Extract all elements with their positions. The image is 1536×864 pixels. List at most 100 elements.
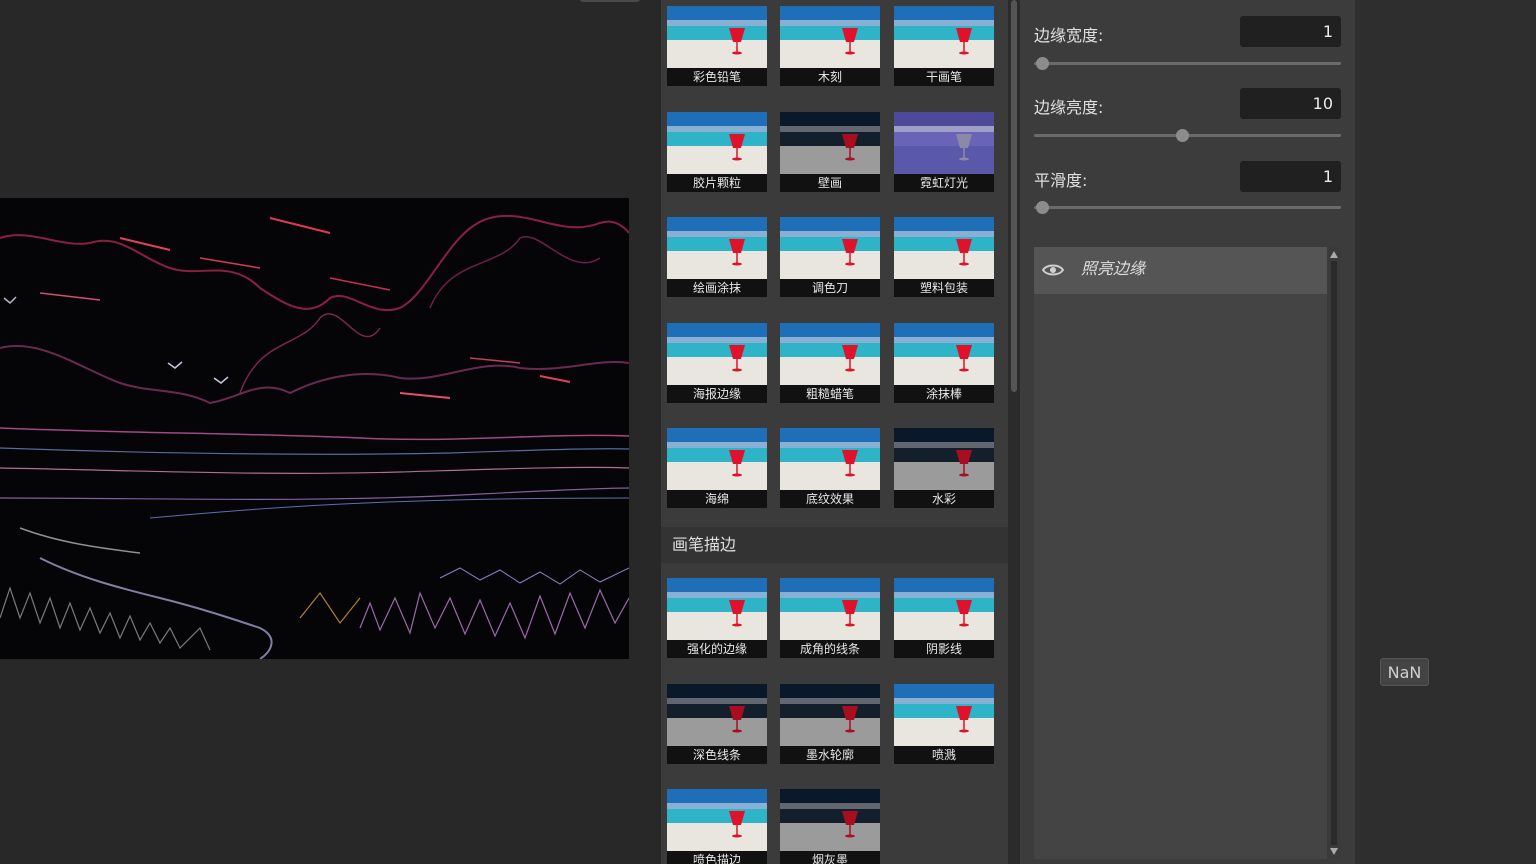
filter-name: 海报边缘 bbox=[667, 385, 767, 403]
filter-thumbnail[interactable]: 墨水轮廓 bbox=[780, 684, 880, 764]
edge-width-input[interactable]: 1 bbox=[1240, 16, 1341, 47]
beach-thumbnail-image bbox=[780, 578, 880, 640]
filter-thumbnail[interactable]: 胶片颗粒 bbox=[667, 112, 767, 192]
filter-name: 胶片颗粒 bbox=[667, 174, 767, 192]
beach-thumbnail-image bbox=[667, 684, 767, 746]
filter-name: 底纹效果 bbox=[780, 490, 880, 508]
filter-settings-panel: 边缘宽度: 1 边缘亮度: 10 平滑度: 1 照亮边缘 bbox=[1020, 0, 1355, 864]
filter-thumbnail[interactable]: 木刻 bbox=[780, 6, 880, 86]
filter-thumbnail[interactable]: 霓虹灯光 bbox=[894, 112, 994, 192]
filter-name: 成角的线条 bbox=[780, 640, 880, 658]
filter-thumbnail[interactable]: 喷溅 bbox=[894, 684, 994, 764]
filter-thumbnail[interactable]: 壁画 bbox=[780, 112, 880, 192]
smoothness-label: 平滑度: bbox=[1034, 171, 1088, 190]
filter-thumbnail[interactable]: 海绵 bbox=[667, 428, 767, 508]
filter-thumbnail[interactable]: 深色线条 bbox=[667, 684, 767, 764]
filter-thumbnail[interactable]: 烟灰墨 bbox=[780, 789, 880, 864]
beach-thumbnail-image bbox=[894, 323, 994, 385]
filter-name: 烟灰墨 bbox=[780, 851, 880, 864]
beach-thumbnail-image bbox=[894, 684, 994, 746]
edge-brightness-slider-knob[interactable] bbox=[1175, 129, 1189, 142]
filter-name: 深色线条 bbox=[667, 746, 767, 764]
edge-brightness-slider[interactable] bbox=[1034, 129, 1341, 142]
filter-name: 霓虹灯光 bbox=[894, 174, 994, 192]
beach-thumbnail-image bbox=[894, 578, 994, 640]
beach-thumbnail-image bbox=[780, 428, 880, 490]
filter-name: 涂抹棒 bbox=[894, 385, 994, 403]
filter-name: 阴影线 bbox=[894, 640, 994, 658]
filter-gallery: 彩色铅笔 木刻 干画笔胶片颗粒 壁画 霓虹灯光绘画涂抹 调色刀 塑料包装海报边缘 粗糙蜡笔 涂抹… bbox=[661, 0, 1008, 864]
scroll-up-icon[interactable] bbox=[1330, 251, 1338, 258]
filter-thumbnail[interactable]: 成角的线条 bbox=[780, 578, 880, 658]
edge-width-label: 边缘宽度: bbox=[1034, 26, 1104, 45]
filter-thumbnail[interactable]: 阴影线 bbox=[894, 578, 994, 658]
edge-brightness-label: 边缘亮度: bbox=[1034, 98, 1104, 117]
effect-layers-list: 照亮边缘 bbox=[1034, 247, 1341, 859]
filter-name: 粗糙蜡笔 bbox=[780, 385, 880, 403]
filter-thumbnail[interactable]: 喷色描边 bbox=[667, 789, 767, 864]
filter-thumbnail[interactable]: 塑料包装 bbox=[894, 217, 994, 297]
filter-name: 喷色描边 bbox=[667, 851, 767, 864]
beach-thumbnail-image bbox=[780, 217, 880, 279]
filter-name: 调色刀 bbox=[780, 279, 880, 297]
edge-brightness-input[interactable]: 10 bbox=[1240, 88, 1341, 119]
edge-width-slider[interactable] bbox=[1034, 57, 1341, 70]
edge-width-slider-knob[interactable] bbox=[1036, 57, 1049, 70]
filter-name: 彩色铅笔 bbox=[667, 68, 767, 86]
beach-thumbnail-image bbox=[780, 323, 880, 385]
glowing-edges-image bbox=[0, 198, 629, 659]
beach-thumbnail-image bbox=[667, 323, 767, 385]
beach-thumbnail-image bbox=[894, 6, 994, 68]
beach-thumbnail-image bbox=[894, 428, 994, 490]
beach-thumbnail-image bbox=[667, 789, 767, 851]
filter-name: 喷溅 bbox=[894, 746, 994, 764]
smoothness-slider-knob[interactable] bbox=[1036, 201, 1049, 214]
canvas-area bbox=[0, 0, 660, 864]
effect-layer-name: 照亮边缘 bbox=[1081, 259, 1146, 278]
filter-name: 绘画涂抹 bbox=[667, 279, 767, 297]
filter-thumbnail[interactable]: 海报边缘 bbox=[667, 323, 767, 403]
filter-name: 壁画 bbox=[780, 174, 880, 192]
eye-icon[interactable] bbox=[1041, 261, 1065, 279]
filter-thumbnail[interactable]: 强化的边缘 bbox=[667, 578, 767, 658]
smoothness-input[interactable]: 1 bbox=[1240, 161, 1341, 192]
gallery-scrollbar-thumb[interactable] bbox=[1011, 0, 1017, 392]
filter-thumbnail[interactable]: 调色刀 bbox=[780, 217, 880, 297]
scroll-down-icon[interactable] bbox=[1330, 848, 1338, 855]
layers-scrollbar[interactable] bbox=[1327, 247, 1341, 859]
filter-name: 强化的边缘 bbox=[667, 640, 767, 658]
beach-thumbnail-image bbox=[667, 428, 767, 490]
nan-badge[interactable]: NaN bbox=[1380, 658, 1429, 686]
beach-thumbnail-image bbox=[780, 112, 880, 174]
filter-name: 木刻 bbox=[780, 68, 880, 86]
beach-thumbnail-image bbox=[780, 6, 880, 68]
beach-thumbnail-image bbox=[780, 789, 880, 851]
filter-name: 墨水轮廓 bbox=[780, 746, 880, 764]
filter-thumbnail[interactable]: 水彩 bbox=[894, 428, 994, 508]
filter-group-header-brush-strokes[interactable]: 画笔描边 bbox=[661, 527, 1008, 563]
right-empty-area: NaN bbox=[1355, 0, 1536, 864]
filter-thumbnail[interactable]: 彩色铅笔 bbox=[667, 6, 767, 86]
filter-thumbnail[interactable]: 涂抹棒 bbox=[894, 323, 994, 403]
filter-name: 海绵 bbox=[667, 490, 767, 508]
filter-thumbnail[interactable]: 粗糙蜡笔 bbox=[780, 323, 880, 403]
beach-thumbnail-image bbox=[780, 684, 880, 746]
effect-layer-item[interactable]: 照亮边缘 bbox=[1034, 247, 1327, 294]
filter-thumbnail[interactable]: 干画笔 bbox=[894, 6, 994, 86]
layers-scrollbar-track[interactable] bbox=[1331, 261, 1337, 845]
image-preview[interactable] bbox=[0, 198, 629, 659]
beach-thumbnail-image bbox=[667, 6, 767, 68]
beach-thumbnail-image bbox=[667, 217, 767, 279]
top-toolbar-button[interactable] bbox=[580, 0, 640, 2]
filter-thumbnail[interactable]: 底纹效果 bbox=[780, 428, 880, 508]
filter-name: 水彩 bbox=[894, 490, 994, 508]
smoothness-slider[interactable] bbox=[1034, 201, 1341, 214]
beach-thumbnail-image bbox=[667, 578, 767, 640]
beach-thumbnail-image bbox=[894, 112, 994, 174]
filter-thumbnail[interactable]: 绘画涂抹 bbox=[667, 217, 767, 297]
filter-name: 干画笔 bbox=[894, 68, 994, 86]
beach-thumbnail-image bbox=[894, 217, 994, 279]
beach-thumbnail-image bbox=[667, 112, 767, 174]
filter-name: 塑料包装 bbox=[894, 279, 994, 297]
gallery-scrollbar[interactable] bbox=[1008, 0, 1020, 864]
